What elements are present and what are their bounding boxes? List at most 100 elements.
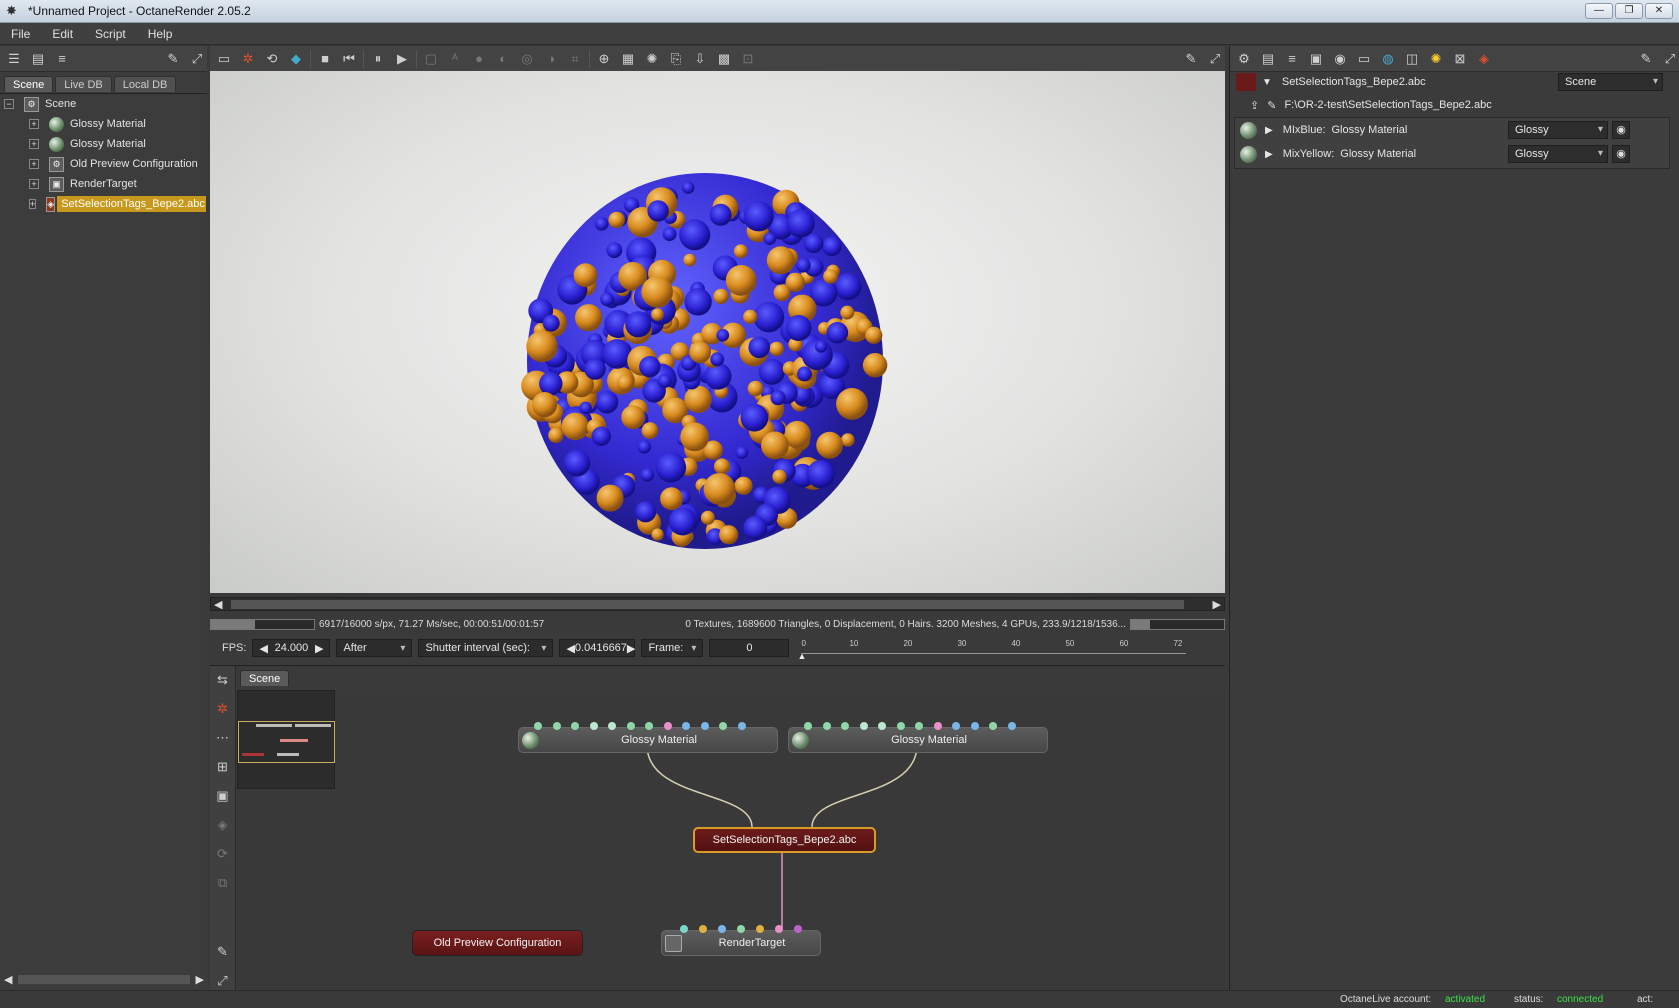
expand-toggle-icon[interactable]: + — [29, 139, 39, 149]
node-input-pin[interactable] — [859, 722, 868, 730]
node-input-pin[interactable] — [571, 722, 579, 730]
texture-icon[interactable]: ⊠ — [1450, 49, 1470, 69]
material-type-select[interactable]: Glossy — [1508, 121, 1608, 139]
node-input-pin[interactable] — [989, 722, 997, 730]
node-input-pin[interactable] — [933, 722, 942, 730]
collapse-icon[interactable]: ≡ — [1282, 49, 1302, 69]
frame-field[interactable]: 0 — [709, 639, 790, 657]
copy-icon[interactable]: ⎘ — [666, 49, 686, 69]
outliner-hscrollbar[interactable]: ◀ ▶ — [4, 972, 204, 986]
eye-icon[interactable]: ◉ — [1612, 121, 1630, 139]
node-input-pin[interactable] — [718, 925, 726, 933]
timeline-slider[interactable]: 0 10 20 30 40 50 60 72 ▲ — [797, 637, 1187, 661]
tab-local-db[interactable]: Local DB — [113, 76, 177, 92]
wrench-icon[interactable]: ✎ — [1181, 49, 1201, 69]
timeline-handle-icon[interactable]: ▲ — [797, 651, 806, 661]
cube-icon[interactable]: ◆ — [286, 49, 306, 69]
fit-icon[interactable]: ⊞ — [213, 757, 233, 777]
node-glossy-material-2[interactable]: Glossy Material — [788, 727, 1048, 753]
expand-toggle-icon[interactable]: + — [29, 119, 39, 129]
camera-icon[interactable]: ◉ — [1330, 49, 1350, 69]
increment-icon[interactable]: ▶ — [315, 642, 323, 655]
viewport-hscrollbar[interactable]: ◀ ▶ — [210, 597, 1225, 611]
node-input-pin[interactable] — [756, 925, 764, 933]
scroll-left-icon[interactable]: ◀ — [4, 973, 12, 986]
node-input-pin[interactable] — [626, 722, 635, 730]
tab-graph-scene[interactable]: Scene — [240, 670, 290, 686]
image-icon[interactable]: ▣ — [1306, 49, 1326, 69]
shutter-field[interactable]: ◀ 0.0416667 ▶ — [559, 639, 636, 657]
material-type-select[interactable]: Glossy — [1508, 145, 1608, 163]
grid-icon[interactable]: ▦ — [618, 49, 638, 69]
picture-icon[interactable]: ◫ — [1402, 49, 1422, 69]
tree-item-glossy-material-1[interactable]: + Glossy Material — [4, 114, 206, 134]
rewind-icon[interactable]: ⏮ — [339, 49, 359, 69]
clear-render-icon[interactable]: ✲ — [238, 49, 258, 69]
tree-item-set-selection-tags[interactable]: + ◈ SetSelectionTags_Bepe2.abc — [4, 194, 206, 214]
node-input-pin[interactable] — [680, 925, 688, 933]
scroll-right-icon[interactable]: ▶ — [196, 973, 204, 986]
arrange-icon[interactable]: ⋯ — [213, 728, 233, 748]
viewport-icon[interactable]: ▭ — [214, 49, 234, 69]
time-mode-select[interactable]: After — [336, 639, 413, 657]
tree-item-render-target[interactable]: + ▣ RenderTarget — [4, 174, 206, 194]
scroll-track[interactable] — [18, 974, 190, 984]
frame-select[interactable]: Frame: — [641, 639, 704, 657]
material-row-mixblue[interactable]: ▶ MIxBlue: Glossy Material Glossy ◉ — [1240, 119, 1672, 141]
zoom-icon[interactable]: ⊕ — [594, 49, 614, 69]
fullscreen-icon[interactable]: ⤢ — [213, 971, 233, 991]
node-glossy-material-1[interactable]: Glossy Material — [518, 727, 778, 753]
pause-icon[interactable]: ⏸ — [368, 49, 388, 69]
tab-live-db[interactable]: Live DB — [55, 76, 112, 92]
node-input-pin[interactable] — [682, 722, 690, 730]
collapse-toggle-icon[interactable]: − — [4, 99, 14, 109]
collapse-icon[interactable]: ≡ — [52, 49, 72, 69]
export-icon[interactable]: ⇩ — [690, 49, 710, 69]
node-input-pin[interactable] — [1007, 722, 1016, 730]
node-input-pin[interactable] — [645, 722, 653, 730]
reorder-icon[interactable]: ⇆ — [213, 670, 233, 690]
node-input-pin[interactable] — [775, 925, 783, 933]
menu-file[interactable]: File — [0, 27, 41, 41]
delete-node-icon[interactable]: ✲ — [213, 699, 233, 719]
node-input-pin[interactable] — [804, 722, 812, 730]
wrench-icon[interactable]: ✎ — [1636, 49, 1656, 69]
node-input-pin[interactable] — [794, 925, 802, 933]
expand-toggle-icon[interactable]: + — [29, 159, 39, 169]
node-input-pin[interactable] — [699, 925, 707, 933]
expand-toggle-icon[interactable]: + — [29, 179, 39, 189]
stop-icon[interactable]: ■ — [315, 49, 335, 69]
node-input-pin[interactable] — [719, 722, 727, 730]
expand-triangle-icon[interactable]: ▶ — [1265, 149, 1273, 160]
node-input-pin[interactable] — [663, 722, 672, 730]
increment-icon[interactable]: ▶ — [627, 642, 635, 655]
autofocus-icon[interactable]: ᴬ — [445, 49, 465, 69]
white-balance-icon[interactable]: ◎ — [517, 49, 537, 69]
layers-icon[interactable]: ▤ — [1258, 49, 1278, 69]
region-icon[interactable]: ▢ — [421, 49, 441, 69]
node-input-pin[interactable] — [534, 722, 542, 730]
minimize-button[interactable]: — — [1585, 3, 1613, 19]
material-picker-icon[interactable]: ● — [469, 49, 489, 69]
eye-icon[interactable]: ◉ — [1612, 145, 1630, 163]
fullscreen-icon[interactable]: ⤢ — [187, 49, 207, 69]
node-input-pin[interactable] — [608, 722, 616, 730]
lock-icon[interactable]: ⊡ — [738, 49, 758, 69]
menu-help[interactable]: Help — [137, 27, 184, 41]
node-input-pin[interactable] — [737, 722, 746, 730]
material-row-mixyellow[interactable]: ▶ MixYellow: Glossy Material Glossy ◉ — [1240, 143, 1672, 165]
wrench-icon[interactable]: ✎ — [1267, 99, 1276, 112]
settings-icon[interactable]: ⚙ — [1234, 49, 1254, 69]
geometry-icon[interactable]: ◈ — [213, 815, 233, 835]
node-input-pin[interactable] — [952, 722, 960, 730]
scroll-left-icon[interactable]: ◀ — [214, 598, 222, 611]
fps-field[interactable]: ◀ 24.000 ▶ — [252, 639, 331, 657]
node-geometry[interactable]: SetSelectionTags_Bepe2.abc — [693, 827, 876, 853]
fullscreen-icon[interactable]: ⤢ — [1205, 49, 1225, 69]
layers-icon[interactable]: ▤ — [28, 49, 48, 69]
crop-icon[interactable]: ⌗ — [565, 49, 585, 69]
restart-icon[interactable]: ⟲ — [262, 49, 282, 69]
sync-icon[interactable]: ⟳ — [213, 844, 233, 864]
node-old-preview-configuration[interactable]: Old Preview Configuration — [412, 930, 583, 956]
graph-canvas[interactable]: Glossy Material Glossy Material SetSelec… — [237, 690, 1225, 991]
